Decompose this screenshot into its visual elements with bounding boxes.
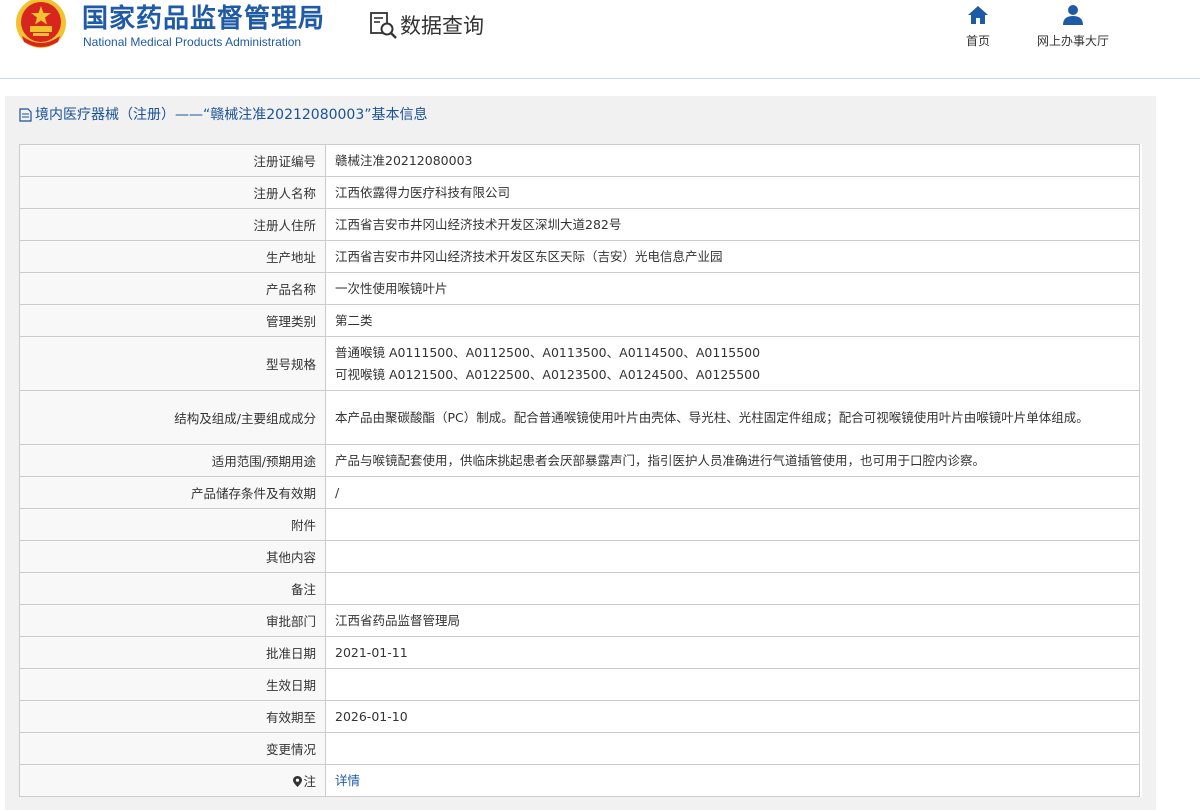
table-row: 变更情况 [19,732,1140,765]
user-icon [1063,5,1083,25]
info-table: 注册证编号 赣械注准20212080003 注册人名称 江西依露得力医疗科技有限… [19,144,1140,797]
row-value: 2026-01-10 [325,700,1140,733]
table-row: 附件 [19,508,1140,541]
table-row: 注 详情 [19,764,1140,797]
row-label: 附件 [19,508,326,541]
row-label: 批准日期 [19,636,326,669]
table-row: 管理类别 第二类 [19,304,1140,337]
row-label: 变更情况 [19,732,326,765]
row-label: 适用范围/预期用途 [19,444,326,477]
row-label: 产品名称 [19,272,326,305]
row-value [325,540,1140,573]
row-label: 结构及组成/主要组成成分 [19,390,326,445]
row-label: 型号规格 [19,336,326,391]
model-line-standard: 普通喉镜 A0111500、A0112500、A0113500、A0114500… [335,344,761,360]
row-label: 生产地址 [19,240,326,273]
row-value [325,732,1140,765]
site-header: 国家药品监督管理局 National Medical Products Admi… [0,0,1200,79]
search-document-icon [370,12,397,39]
row-value: 一次性使用喉镜叶片 [325,272,1140,305]
row-label: 注册人名称 [19,176,326,209]
national-emblem-logo [16,0,66,48]
table-row: 注册证编号 赣械注准20212080003 [19,144,1140,177]
panel-title: 境内医疗器械（注册）——“赣械注准20212080003”基本信息 [5,96,1156,134]
model-line-video: 可视喉镜 A0121500、A0122500、A0123500、A0124500… [335,366,761,382]
table-row: 适用范围/预期用途 产品与喉镜配套使用，供临床挑起患者会厌部暴露声门，指引医护人… [19,444,1140,477]
table-row: 生产地址 江西省吉安市井冈山经济技术开发区东区天际（吉安）光电信息产业园 [19,240,1140,273]
note-label: 注 [303,774,316,789]
row-value: 江西依露得力医疗科技有限公司 [325,176,1140,209]
row-label-note: 注 [19,764,326,797]
home-icon [968,6,988,24]
row-value: 江西省吉安市井冈山经济技术开发区东区天际（吉安）光电信息产业园 [325,240,1140,273]
table-row: 产品名称 一次性使用喉镜叶片 [19,272,1140,305]
row-value: / [325,476,1140,509]
row-label: 审批部门 [19,604,326,637]
row-label: 有效期至 [19,700,326,733]
row-label: 注册人住所 [19,208,326,241]
panel-title-text: 境内医疗器械（注册）——“赣械注准20212080003”基本信息 [35,107,428,123]
table-row: 生效日期 [19,668,1140,701]
nav-home-label: 首页 [966,34,991,48]
nav-home[interactable]: 首页 [966,4,990,49]
table-row: 结构及组成/主要组成成分 本产品由聚碳酸酯（PC）制成。配合普通喉镜使用叶片由壳… [19,390,1140,445]
detail-panel: 境内医疗器械（注册）——“赣械注准20212080003”基本信息 注册证编号 … [5,96,1156,810]
row-value: 第二类 [325,304,1140,337]
row-value: 产品与喉镜配套使用，供临床挑起患者会厌部暴露声门，指引医护人员准确进行气道插管使… [325,444,1140,477]
table-row: 产品储存条件及有效期 / [19,476,1140,509]
row-value [325,572,1140,605]
details-link[interactable]: 详情 [335,773,360,788]
row-value [325,668,1140,701]
row-value: 江西省药品监督管理局 [325,604,1140,637]
table-row: 有效期至 2026-01-10 [19,700,1140,733]
table-row: 批准日期 2021-01-11 [19,636,1140,669]
row-value: 江西省吉安市井冈山经济技术开发区深圳大道282号 [325,208,1140,241]
nav-online-hall-label: 网上办事大厅 [1037,34,1110,48]
row-value: 本产品由聚碳酸酯（PC）制成。配合普通喉镜使用叶片由壳体、导光柱、光柱固定件组成… [325,390,1140,445]
row-value: 2021-01-11 [325,636,1140,669]
table-row: 注册人住所 江西省吉安市井冈山经济技术开发区深圳大道282号 [19,208,1140,241]
table-row: 注册人名称 江西依露得力医疗科技有限公司 [19,176,1140,209]
row-value [325,508,1140,541]
row-value-link-cell: 详情 [325,764,1140,797]
row-label: 管理类别 [19,304,326,337]
row-label: 产品储存条件及有效期 [19,476,326,509]
document-icon [19,108,32,122]
row-label: 其他内容 [19,540,326,573]
nav-online-hall[interactable]: 网上办事大厅 [1037,4,1109,49]
data-query-label: 数据查询 [400,14,484,38]
row-label: 注册证编号 [19,144,326,177]
table-row: 型号规格 普通喉镜 A0111500、A0112500、A0113500、A01… [19,336,1140,391]
row-value: 赣械注准20212080003 [325,144,1140,177]
table-row: 其他内容 [19,540,1140,573]
row-value-multiline: 普通喉镜 A0111500、A0112500、A0113500、A0114500… [325,336,1140,391]
table-row: 备注 [19,572,1140,605]
map-pin-icon [293,776,303,787]
table-row: 审批部门 江西省药品监督管理局 [19,604,1140,637]
org-name-en: National Medical Products Administration [83,35,302,49]
data-query-link[interactable]: 数据查询 [368,10,484,40]
org-name-cn: 国家药品监督管理局 [82,4,326,34]
row-label: 生效日期 [19,668,326,701]
info-table-wrapper: 注册证编号 赣械注准20212080003 注册人名称 江西依露得力医疗科技有限… [19,144,1142,797]
row-label: 备注 [19,572,326,605]
